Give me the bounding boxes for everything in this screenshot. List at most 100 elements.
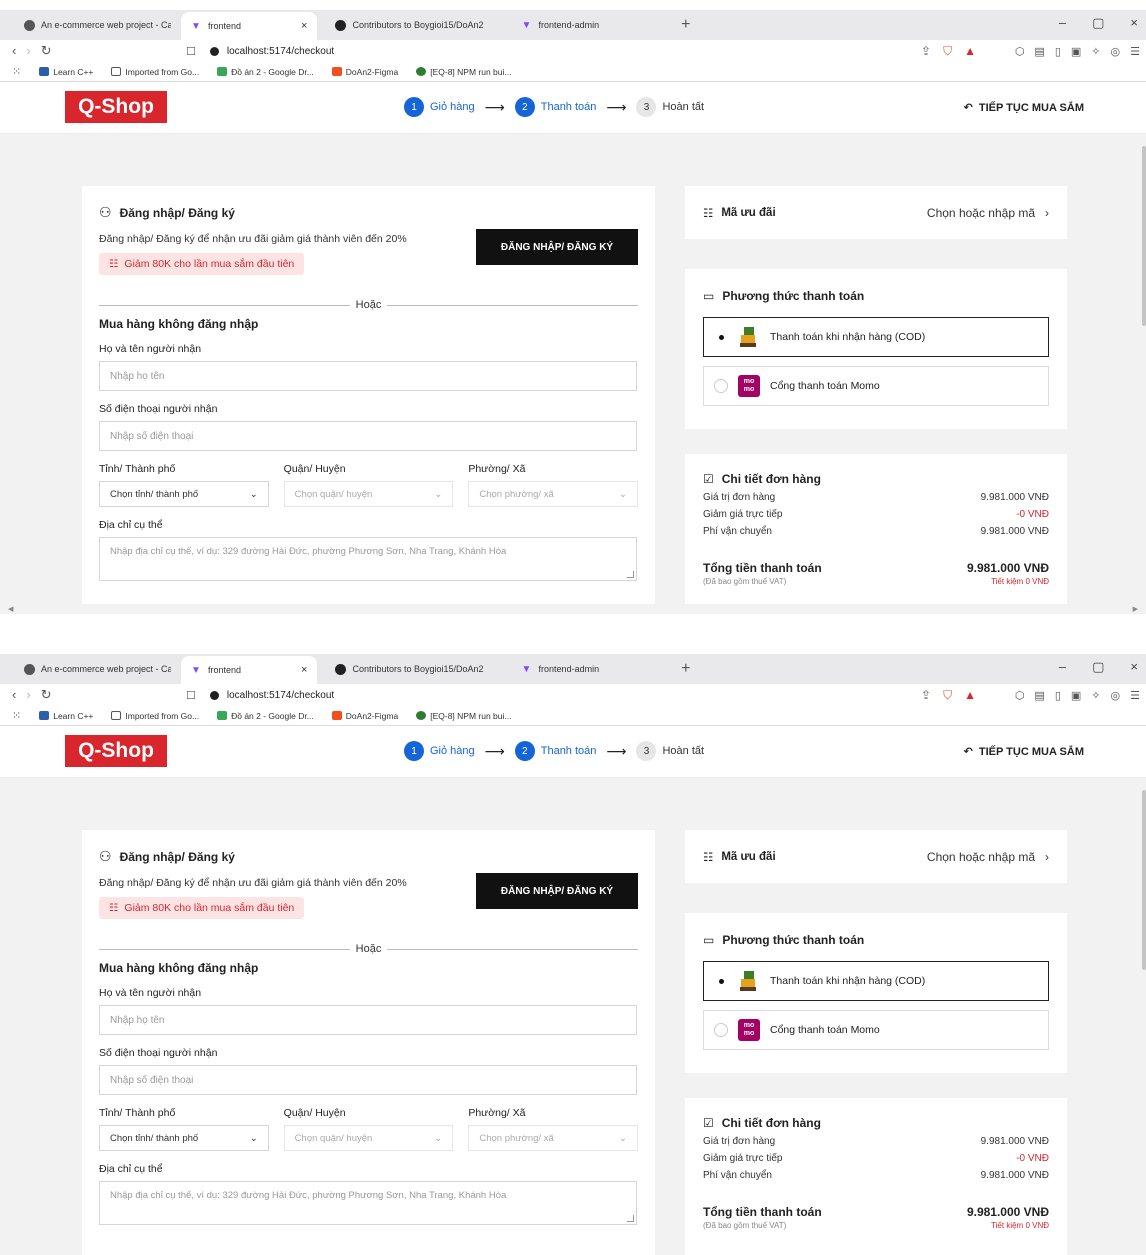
address-textarea[interactable]: Nhập địa chỉ cụ thể, ví dụ: 329 đường Hả… [99, 537, 637, 581]
close-tab-icon[interactable]: × [301, 664, 307, 676]
brave-shield-icon[interactable]: ⛉ [943, 688, 952, 703]
close-window-icon[interactable]: × [1130, 659, 1138, 675]
radio-unselected[interactable] [714, 1023, 728, 1037]
browser-tab-active[interactable]: ▼ frontend × [181, 12, 318, 40]
bookmark-item[interactable]: [EQ-8] NPM run bui... [416, 711, 511, 721]
bookmark-item[interactable]: Đồ án 2 - Google Dr... [217, 67, 314, 77]
payment-option-cod[interactable]: Thanh toán khi nhận hàng (COD) [703, 961, 1049, 1001]
apps-icon[interactable]: ⁙ [12, 65, 21, 78]
reader-icon[interactable]: ▤ [1034, 689, 1044, 702]
extensions-icon[interactable]: ⬡ [1015, 45, 1025, 58]
return-arrow-icon: ↶ [963, 746, 973, 758]
payment-option-momo[interactable]: mo mo Cổng thanh toán Momo [703, 366, 1049, 406]
continue-shopping-link[interactable]: ↶ TIẾP TỤC MUA SẮM [963, 745, 1084, 759]
browser-tab[interactable]: Contributors to Boygioi15/DoAn2 [325, 657, 493, 681]
bookmark-item[interactable]: Đồ án 2 - Google Dr... [217, 711, 314, 721]
browser-tab[interactable]: An e-commerce web project - Cart li [14, 13, 181, 37]
bookmark-item[interactable]: DoAn2-Figma [331, 711, 398, 721]
back-icon[interactable]: ‹ [12, 687, 16, 703]
url-field[interactable]: localhost:5174/checkout [227, 690, 334, 701]
brave-rewards-icon[interactable]: ▲ [964, 688, 976, 703]
browser-tab-active[interactable]: ▼ frontend × [181, 656, 318, 684]
recipient-name-input[interactable]: Nhập họ tên [99, 361, 637, 391]
province-label: Tỉnh/ Thành phố [99, 463, 176, 475]
restore-icon[interactable]: ▢ [1092, 15, 1104, 31]
bookmark-item[interactable]: [EQ-8] NPM run bui... [416, 67, 511, 77]
site-logo[interactable]: Q-Shop [65, 91, 167, 123]
site-info-icon[interactable] [209, 690, 219, 700]
horizontal-scrollbar[interactable]: ◀ ▶ [0, 604, 1146, 614]
step-cart[interactable]: Giỏ hàng [430, 101, 475, 113]
browser-tab[interactable]: ▼ frontend-admin [512, 657, 610, 681]
wallet-icon[interactable]: ▣ [1071, 45, 1081, 58]
brave-shield-icon[interactable]: ⛉ [943, 44, 952, 59]
choose-promo-button[interactable]: Chọn hoặc nhập mã › [927, 206, 1049, 220]
minimize-icon[interactable]: – [1059, 659, 1066, 675]
reload-icon[interactable]: ↻ [41, 43, 52, 59]
payment-option-cod[interactable]: Thanh toán khi nhận hàng (COD) [703, 317, 1049, 357]
bookmark-icon[interactable]: ☐ [186, 689, 196, 702]
sidebar-icon[interactable]: ▯ [1055, 45, 1061, 58]
login-register-button[interactable]: ĐĂNG NHẬP/ ĐĂNG KÝ [476, 873, 638, 909]
choose-promo-button[interactable]: Chọn hoặc nhập mã › [927, 850, 1049, 864]
recipient-name-input[interactable]: Nhập họ tên [99, 1005, 637, 1035]
brave-rewards-icon[interactable]: ▲ [964, 44, 976, 59]
back-icon[interactable]: ‹ [12, 43, 16, 59]
scroll-left-icon[interactable]: ◀ [8, 605, 13, 613]
bookmark-item[interactable]: Imported from Go... [111, 67, 199, 77]
vertical-scrollbar[interactable] [1142, 146, 1146, 326]
browser-tab[interactable]: Contributors to Boygioi15/DoAn2 [325, 13, 493, 37]
menu-icon[interactable]: ☰ [1130, 45, 1140, 58]
province-select[interactable]: Chọn tỉnh/ thành phố ⌄ [99, 1125, 269, 1151]
recipient-phone-input[interactable]: Nhập số điện thoại [99, 1065, 637, 1095]
site-logo[interactable]: Q-Shop [65, 735, 167, 767]
bookmark-icon[interactable]: ☐ [186, 45, 196, 58]
bookmark-item[interactable]: Learn C++ [39, 67, 93, 77]
district-select[interactable]: Chọn quận/ huyện ⌄ [283, 481, 454, 507]
radio-selected[interactable] [714, 974, 728, 988]
forward-icon[interactable]: › [26, 687, 30, 703]
close-window-icon[interactable]: × [1130, 15, 1138, 31]
vertical-scrollbar[interactable] [1142, 790, 1146, 970]
recipient-phone-input[interactable]: Nhập số điện thoại [99, 421, 637, 451]
order-heading: ☑ Chi tiết đơn hàng [703, 472, 821, 486]
reload-icon[interactable]: ↻ [41, 687, 52, 703]
browser-tab[interactable]: ▼ frontend-admin [512, 13, 610, 37]
vpn-icon[interactable]: ◎ [1111, 689, 1121, 702]
radio-selected[interactable] [714, 330, 728, 344]
district-select[interactable]: Chọn quận/ huyện ⌄ [283, 1125, 454, 1151]
address-textarea[interactable]: Nhập địa chỉ cụ thể, ví dụ: 329 đường Hả… [99, 1181, 637, 1225]
payment-option-momo[interactable]: mo mo Cổng thanh toán Momo [703, 1010, 1049, 1050]
reader-icon[interactable]: ▤ [1034, 45, 1044, 58]
leo-icon[interactable]: ✧ [1091, 45, 1100, 58]
radio-unselected[interactable] [714, 379, 728, 393]
minimize-icon[interactable]: – [1059, 15, 1066, 31]
ward-select[interactable]: Chọn phường/ xã ⌄ [468, 481, 639, 507]
step-cart[interactable]: Giỏ hàng [430, 745, 475, 757]
sidebar-icon[interactable]: ▯ [1055, 689, 1061, 702]
close-tab-icon[interactable]: × [301, 20, 307, 32]
extensions-icon[interactable]: ⬡ [1015, 689, 1025, 702]
menu-icon[interactable]: ☰ [1130, 689, 1140, 702]
restore-icon[interactable]: ▢ [1092, 659, 1104, 675]
share-icon[interactable]: ⇪ [921, 44, 931, 59]
wallet-icon[interactable]: ▣ [1071, 689, 1081, 702]
new-tab-button[interactable]: + [669, 660, 702, 678]
scroll-right-icon[interactable]: ▶ [1133, 605, 1138, 613]
leo-icon[interactable]: ✧ [1091, 689, 1100, 702]
continue-shopping-link[interactable]: ↶ TIẾP TỤC MUA SẮM [964, 101, 1084, 115]
forward-icon[interactable]: › [26, 43, 30, 59]
new-tab-button[interactable]: + [669, 16, 702, 34]
province-select[interactable]: Chọn tỉnh/ thành phố ⌄ [99, 481, 269, 507]
browser-tab[interactable]: An e-commerce web project - Cart li [14, 657, 181, 681]
url-field[interactable]: localhost:5174/checkout [227, 46, 334, 57]
bookmark-item[interactable]: Learn C++ [39, 711, 93, 721]
bookmark-item[interactable]: DoAn2-Figma [331, 67, 398, 77]
share-icon[interactable]: ⇪ [921, 688, 931, 703]
apps-icon[interactable]: ⁙ [12, 709, 21, 722]
vpn-icon[interactable]: ◎ [1111, 45, 1121, 58]
ward-select[interactable]: Chọn phường/ xã ⌄ [468, 1125, 639, 1151]
site-info-icon[interactable] [209, 46, 219, 56]
login-register-button[interactable]: ĐĂNG NHẬP/ ĐĂNG KÝ [476, 229, 638, 265]
bookmark-item[interactable]: Imported from Go... [111, 711, 199, 721]
